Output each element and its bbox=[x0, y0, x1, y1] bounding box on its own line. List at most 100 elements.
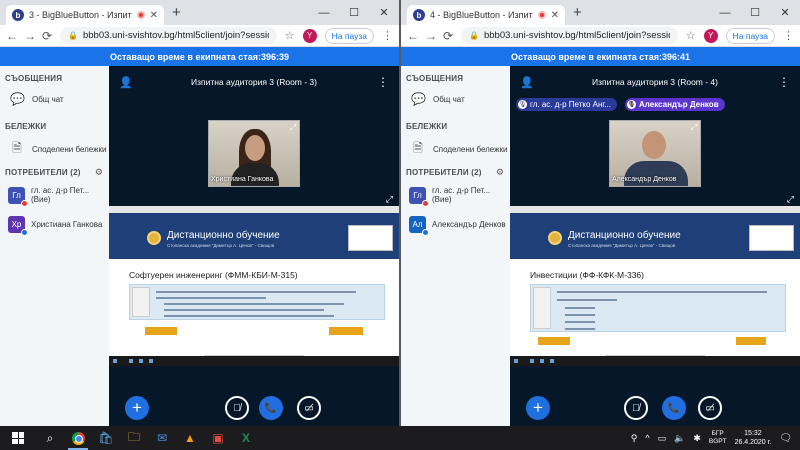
input-language[interactable]: БГР BGPT bbox=[709, 430, 727, 446]
leave-audio-button[interactable]: 📞 bbox=[259, 396, 283, 420]
leave-audio-button[interactable]: 📞 bbox=[662, 396, 686, 420]
public-chat-item[interactable]: 💬 Общ чат bbox=[10, 92, 64, 106]
tab-title: 3 - BigBlueButton - Изпитна bbox=[29, 10, 132, 20]
start-button[interactable] bbox=[0, 426, 36, 450]
user-list-item[interactable]: Гл гл. ас. д-р Пет... (Вие) bbox=[409, 186, 510, 207]
time-remaining-banner: Оставащо време в екипната стая:396:41 bbox=[401, 47, 800, 66]
fullscreen-icon[interactable]: ⤢ bbox=[290, 123, 296, 133]
taskbar-vlc[interactable]: ▲ bbox=[176, 426, 204, 450]
bookmark-star-icon[interactable]: ☆ bbox=[285, 29, 295, 42]
photos-icon: ▣ bbox=[212, 431, 224, 445]
public-chat-label: Общ чат bbox=[32, 94, 64, 104]
bbb-favicon-icon: b bbox=[12, 9, 24, 21]
actions-plus-button[interactable]: + bbox=[125, 396, 149, 420]
paused-sync-button[interactable]: На пауза bbox=[725, 27, 775, 44]
users-heading: ПОТРЕБИТЕЛИ (2) bbox=[406, 168, 482, 177]
network-icon[interactable]: ▭ bbox=[658, 433, 667, 444]
folder-icon: 🗀 bbox=[127, 429, 140, 444]
screenshare-course-title: Софтуерен инженеринг (ФММ-КБИ-М-315) bbox=[129, 270, 298, 280]
actions-plus-button[interactable]: + bbox=[526, 396, 550, 420]
search-icon[interactable]: ⌕ bbox=[36, 426, 64, 450]
user-name: гл. ас. д-р Пет... (Вие) bbox=[432, 186, 491, 204]
user-list-item[interactable]: Гл гл. ас. д-р Пет... (Вие) bbox=[8, 186, 109, 207]
user-settings-gear-icon[interactable]: ⚙ bbox=[95, 167, 103, 178]
browser-tab[interactable]: b 4 - BigBlueButton - Изпитна ✕ bbox=[407, 5, 565, 25]
minimize-icon[interactable]: — bbox=[710, 0, 740, 25]
notes-heading: БЕЛЕЖКИ bbox=[406, 122, 448, 131]
options-menu-icon[interactable]: ⋮ bbox=[778, 75, 790, 89]
close-tab-icon[interactable]: ✕ bbox=[150, 10, 158, 21]
user-settings-gear-icon[interactable]: ⚙ bbox=[496, 167, 504, 178]
windows-taskbar: ⌕ 🛍 🗀 ✉ ▲ ▣ X ⚲ ^ ▭ 🔈 ✱ БГР BGPT 15:32 2… bbox=[0, 426, 800, 450]
user-list-item[interactable]: Хр Христиана Ганкова bbox=[8, 216, 103, 236]
user-name: Христиана Ганкова bbox=[31, 220, 103, 229]
reload-icon[interactable]: ⟳ bbox=[42, 29, 52, 43]
user-list-panel: СЪОБЩЕНИЯ 💬 Общ чат БЕЛЕЖКИ 🗎 Споделени … bbox=[401, 66, 510, 426]
options-menu-icon[interactable]: ⋮ bbox=[377, 75, 389, 89]
mute-mic-button[interactable]: 🎙̸ bbox=[624, 396, 648, 420]
screenshare-header: Дистанционно обучение Стопанска академия… bbox=[510, 213, 800, 259]
user-list-item[interactable]: Ал Александър Денков bbox=[409, 216, 506, 236]
bluetooth-icon[interactable]: ✱ bbox=[693, 433, 701, 444]
mail-icon: ✉ bbox=[156, 431, 168, 445]
bookmark-star-icon[interactable]: ☆ bbox=[686, 29, 696, 42]
screenshare-popup bbox=[749, 225, 794, 251]
taskbar-mail[interactable]: ✉ bbox=[148, 426, 176, 450]
close-window-icon[interactable]: ✕ bbox=[770, 0, 800, 25]
maximize-icon[interactable]: ☐ bbox=[339, 0, 369, 25]
talking-indicator[interactable]: 🎙 гл. ас. д-р Петко Анг... bbox=[516, 98, 617, 111]
public-chat-item[interactable]: 💬 Общ чат bbox=[411, 92, 465, 106]
notes-icon: 🗎 bbox=[413, 141, 423, 155]
tray-chevron-icon[interactable]: ^ bbox=[645, 433, 649, 443]
people-icon[interactable]: ⚲ bbox=[631, 433, 638, 444]
chat-icon: 💬 bbox=[10, 92, 25, 106]
fullscreen-icon[interactable]: ⤢ bbox=[691, 123, 697, 133]
profile-avatar[interactable]: Y bbox=[302, 28, 317, 43]
address-bar[interactable]: 🔒 bbb03.uni-svishtov.bg/html5client/join… bbox=[60, 27, 277, 44]
paused-sync-button[interactable]: На пауза bbox=[324, 27, 374, 44]
profile-avatar[interactable]: Y bbox=[703, 28, 718, 43]
forward-icon[interactable]: → bbox=[425, 29, 437, 43]
screenshare-taskbar bbox=[510, 356, 800, 366]
screenshare-fullscreen-icon[interactable]: ⤢ bbox=[787, 194, 794, 205]
shared-notes-item[interactable]: 🗎 Споделени бележки bbox=[411, 139, 507, 160]
desktop: b 3 - BigBlueButton - Изпитна ✕ + — ☐ ✕ … bbox=[0, 0, 800, 450]
browser-menu-icon[interactable]: ⋮ bbox=[382, 29, 393, 42]
taskbar-photos[interactable]: ▣ bbox=[204, 426, 232, 450]
vlc-icon: ▲ bbox=[184, 431, 196, 445]
taskbar-chrome[interactable] bbox=[64, 426, 92, 450]
volume-icon[interactable]: 🔈 bbox=[674, 433, 685, 444]
maximize-icon[interactable]: ☐ bbox=[740, 0, 770, 25]
clock-time: 15:32 bbox=[744, 430, 762, 437]
screenshare-next-button bbox=[329, 327, 363, 335]
taskbar-explorer[interactable]: 🗀 bbox=[120, 426, 148, 450]
taskbar-excel[interactable]: X bbox=[232, 426, 260, 450]
new-tab-icon[interactable]: + bbox=[172, 4, 181, 21]
screenshare-header: Дистанционно обучение Стопанска академия… bbox=[109, 213, 399, 259]
shared-notes-item[interactable]: 🗎 Споделени бележки bbox=[10, 139, 106, 160]
talking-indicator[interactable]: 🎙 Александър Денков bbox=[624, 98, 725, 111]
screenshare-course-title: Инвестиции (ФФ-КФК-М-336) bbox=[530, 270, 644, 280]
back-icon[interactable]: ← bbox=[407, 29, 419, 43]
reload-icon[interactable]: ⟳ bbox=[443, 29, 453, 43]
close-window-icon[interactable]: ✕ bbox=[369, 0, 399, 25]
room-title: Изпитна аудитория 3 (Room - 3) bbox=[190, 77, 317, 87]
share-webcam-button[interactable]: ▭̸ bbox=[297, 396, 321, 420]
back-icon[interactable]: ← bbox=[6, 29, 18, 43]
share-webcam-button[interactable]: ▭̸ bbox=[698, 396, 722, 420]
url-text: bbb03.uni-svishtov.bg/html5client/join?s… bbox=[82, 30, 269, 41]
screenshare-prev-button bbox=[145, 327, 177, 335]
clock[interactable]: 15:32 26.4.2020 г. bbox=[735, 429, 772, 447]
address-bar[interactable]: 🔒 bbb03.uni-svishtov.bg/html5client/join… bbox=[461, 27, 678, 44]
mute-mic-button[interactable]: 🎙̸ bbox=[225, 396, 249, 420]
notifications-icon[interactable]: 🗨 bbox=[779, 433, 792, 444]
new-tab-icon[interactable]: + bbox=[573, 4, 582, 21]
title-bar: b 3 - BigBlueButton - Изпитна ✕ + — ☐ ✕ bbox=[0, 0, 399, 25]
browser-tab[interactable]: b 3 - BigBlueButton - Изпитна ✕ bbox=[6, 5, 164, 25]
minimize-icon[interactable]: — bbox=[309, 0, 339, 25]
close-tab-icon[interactable]: ✕ bbox=[551, 10, 559, 21]
screenshare-fullscreen-icon[interactable]: ⤢ bbox=[386, 194, 393, 205]
forward-icon[interactable]: → bbox=[24, 29, 36, 43]
taskbar-store[interactable]: 🛍 bbox=[92, 426, 120, 450]
browser-menu-icon[interactable]: ⋮ bbox=[783, 29, 794, 42]
